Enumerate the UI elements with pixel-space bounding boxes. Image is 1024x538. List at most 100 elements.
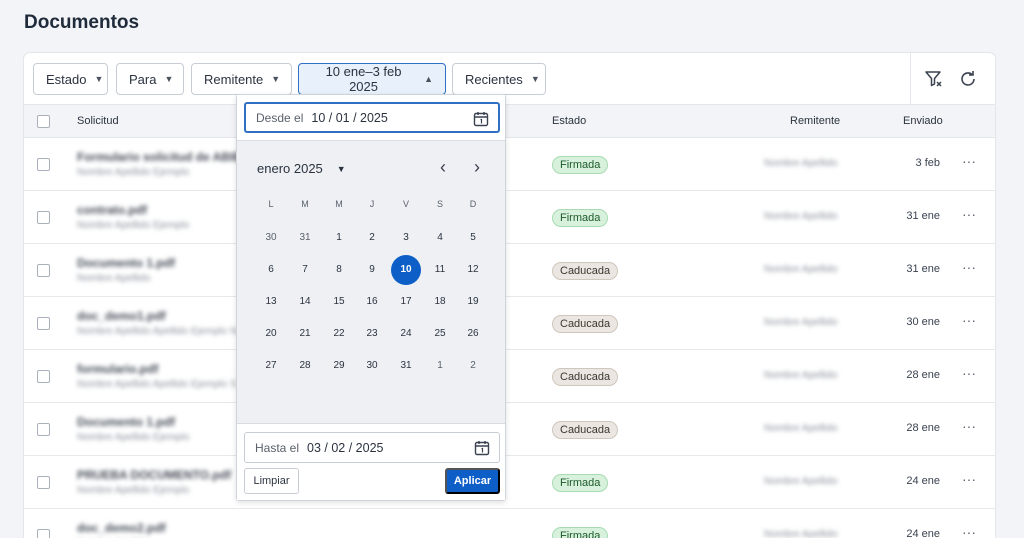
calendar-icon[interactable]: [474, 440, 490, 459]
more-options-icon[interactable]: ···: [962, 259, 976, 275]
row-sent-date: 3 feb: [915, 157, 940, 169]
calendar-day[interactable]: 30: [357, 351, 387, 381]
more-options-icon[interactable]: ···: [962, 206, 976, 222]
calendar-day[interactable]: 20: [256, 319, 286, 349]
table-header: Solicitud Estado Remitente Enviado: [24, 105, 995, 138]
date-to-input[interactable]: Hasta el 03 / 02 / 2025: [244, 432, 500, 463]
calendar-day[interactable]: 15: [324, 287, 354, 317]
row-sent-date: 31 ene: [906, 263, 940, 275]
row-checkbox[interactable]: [37, 370, 50, 383]
calendar-day[interactable]: 23: [357, 319, 387, 349]
sort-recientes-label: Recientes: [465, 71, 523, 87]
calendar-day[interactable]: 4: [425, 223, 455, 253]
weekday-label: J: [369, 199, 375, 209]
table-row[interactable]: Formulario solicitud de ABIERTO y V Nombr…: [24, 138, 995, 191]
row-checkbox[interactable]: [37, 423, 50, 436]
calendar-day[interactable]: 5: [458, 223, 488, 253]
month-selector[interactable]: enero 2025 ▼: [257, 161, 346, 176]
table-row[interactable]: Documento 1.pdf Nombre Apellido Caducada No…: [24, 244, 995, 297]
column-remitente[interactable]: Remitente: [790, 115, 840, 127]
table-row[interactable]: doc_demo2.pdfNombre ApellidoFirmadaNombr…: [24, 509, 995, 538]
filter-para-label: Para: [129, 71, 157, 87]
table-row[interactable]: contrato.pdf Nombre Apellido Ejemplo Firma…: [24, 191, 995, 244]
more-options-icon[interactable]: ···: [962, 365, 976, 381]
chevron-down-icon: ▼: [164, 74, 174, 84]
calendar-day[interactable]: 24: [391, 319, 421, 349]
filter-date-range-button[interactable]: 10 ene–3 feb 2025 ▲: [298, 63, 446, 95]
chevron-right-icon[interactable]: ›: [474, 157, 480, 178]
column-enviado[interactable]: Enviado: [903, 115, 943, 127]
calendar-day[interactable]: 17: [391, 287, 421, 317]
calendar-day[interactable]: 28: [290, 351, 320, 381]
row-title: PRUEBA DOCUMENTO.pdf: [77, 468, 231, 482]
refresh-icon[interactable]: [956, 67, 980, 91]
calendar-day[interactable]: 2: [458, 351, 488, 381]
calendar-day[interactable]: 1: [425, 351, 455, 381]
calendar-day[interactable]: 18: [425, 287, 455, 317]
row-checkbox[interactable]: [37, 158, 50, 171]
calendar-day[interactable]: 30: [256, 223, 286, 253]
clear-button[interactable]: Limpiar: [244, 468, 299, 494]
sort-recientes-button[interactable]: Recientes ▼: [452, 63, 546, 95]
calendar-day[interactable]: 22: [324, 319, 354, 349]
filter-remitente-button[interactable]: Remitente ▼: [191, 63, 292, 95]
status-badge: Caducada: [552, 315, 619, 333]
row-title: Documento 1.pdf: [77, 256, 175, 270]
row-sender: Nombre Apellido: [764, 264, 838, 275]
chevron-left-icon[interactable]: ‹: [440, 157, 446, 178]
row-checkbox[interactable]: [37, 211, 50, 224]
calendar-day[interactable]: 2: [357, 223, 387, 253]
calendar-day[interactable]: 16: [357, 287, 387, 317]
apply-button[interactable]: Aplicar: [445, 468, 500, 494]
more-options-icon[interactable]: ···: [962, 153, 976, 169]
calendar-day[interactable]: 25: [425, 319, 455, 349]
weekday-label: M: [301, 199, 309, 209]
weekday-label: L: [268, 199, 274, 209]
calendar-day[interactable]: 8: [324, 255, 354, 285]
more-options-icon[interactable]: ···: [962, 418, 976, 434]
calendar-day[interactable]: 21: [290, 319, 320, 349]
calendar-day[interactable]: 29: [324, 351, 354, 381]
column-solicitud[interactable]: Solicitud: [77, 115, 119, 127]
chevron-down-icon: ▼: [336, 163, 346, 174]
row-checkbox[interactable]: [37, 264, 50, 277]
clear-filters-icon[interactable]: [922, 67, 946, 91]
column-estado[interactable]: Estado: [552, 115, 586, 127]
more-options-icon[interactable]: ···: [962, 312, 976, 328]
row-subtitle: Nombre Apellido Apellido Ejemplo S: [77, 379, 237, 390]
chevron-up-icon: ▲: [424, 74, 433, 84]
calendar-day[interactable]: 14: [290, 287, 320, 317]
calendar-day[interactable]: 19: [458, 287, 488, 317]
row-checkbox[interactable]: [37, 317, 50, 330]
more-options-icon[interactable]: ···: [962, 471, 976, 487]
table-row[interactable]: doc_demo1.pdf Nombre Apellido Apellido Ej…: [24, 297, 995, 350]
row-checkbox[interactable]: [37, 529, 50, 538]
filter-toolbar: Estado ▼ Para ▼ Remitente ▼ 10 ene–3 feb 20…: [24, 53, 995, 105]
calendar-day[interactable]: 10: [391, 255, 421, 285]
calendar-day[interactable]: 1: [324, 223, 354, 253]
calendar-day[interactable]: 31: [290, 223, 320, 253]
calendar-day[interactable]: 3: [391, 223, 421, 253]
date-from-input[interactable]: Desde el 10 / 01 / 2025: [244, 102, 500, 133]
calendar-icon[interactable]: [473, 111, 489, 130]
filter-para-button[interactable]: Para ▼: [116, 63, 184, 95]
filter-estado-button[interactable]: Estado ▼: [33, 63, 108, 95]
calendar-day[interactable]: 12: [458, 255, 488, 285]
calendar-day[interactable]: 13: [256, 287, 286, 317]
table-row[interactable]: PRUEBA DOCUMENTO.pdf Nombre Apellido Ejem…: [24, 456, 995, 509]
row-checkbox[interactable]: [37, 476, 50, 489]
row-subtitle: Nombre Apellido: [77, 273, 151, 284]
select-all-checkbox[interactable]: [37, 115, 50, 128]
calendar-day[interactable]: 9: [357, 255, 387, 285]
calendar-day[interactable]: 26: [458, 319, 488, 349]
row-sender: Nombre Apellido: [764, 158, 838, 169]
calendar-day[interactable]: 7: [290, 255, 320, 285]
table-row[interactable]: formulario.pdf Nombre Apellido Apellido E…: [24, 350, 995, 403]
filter-date-range-label: 10 ene–3 feb 2025: [325, 64, 402, 94]
table-row[interactable]: Documento 1.pdf Nombre Apellido Ejemplo Ca…: [24, 403, 995, 456]
calendar-day[interactable]: 11: [425, 255, 455, 285]
more-options-icon[interactable]: ···: [962, 524, 976, 538]
calendar-day[interactable]: 27: [256, 351, 286, 381]
calendar-day[interactable]: 31: [391, 351, 421, 381]
calendar-day[interactable]: 6: [256, 255, 286, 285]
